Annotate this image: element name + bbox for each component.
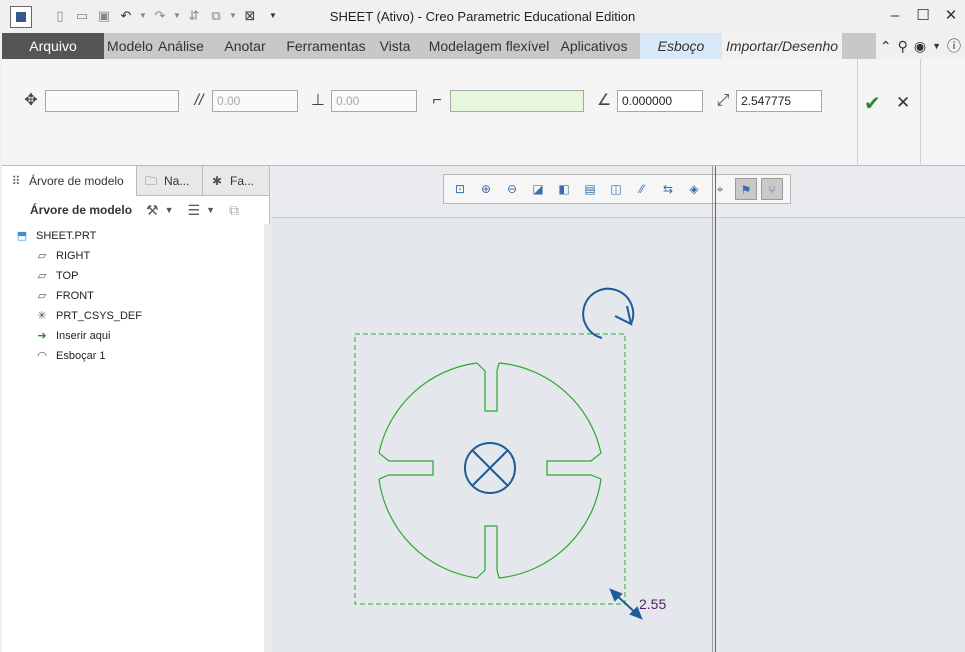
panel-scrollbar[interactable] xyxy=(264,224,270,652)
tab-sketch[interactable]: Esboço xyxy=(640,33,722,59)
tab-analysis[interactable]: Análise xyxy=(156,33,206,59)
panel-tabs: ⠿ Árvore de modelo 🗀 Na... ✱ Fa... xyxy=(2,166,270,196)
sketch-canvas[interactable]: 2.55 xyxy=(271,166,965,652)
close-icon[interactable]: ✕ xyxy=(937,4,965,28)
model-tree: ⬒ SHEET.PRT ▱ RIGHT ▱ TOP ▱ FRONT ✳ PRT_… xyxy=(2,226,264,366)
insert-arrow-icon: ➜ xyxy=(37,330,47,342)
tab-annotate[interactable]: Anotar xyxy=(206,33,284,59)
tree-item-part[interactable]: ⬒ SHEET.PRT xyxy=(2,226,264,246)
tab-flexible-modeling[interactable]: Modelagem flexível xyxy=(422,33,556,59)
part-icon: ⬒ xyxy=(16,230,28,242)
rotate-handle xyxy=(582,287,635,339)
redo-icon[interactable]: ↷ xyxy=(150,6,170,26)
scale-icon: ⤢ xyxy=(716,92,730,109)
ribbon-tabs: Arquivo Modelo Análise Anotar Ferramenta… xyxy=(2,33,965,59)
move-icon[interactable]: ✥ xyxy=(20,90,42,112)
save-icon[interactable]: ▣ xyxy=(94,6,114,26)
settings-dropdown-icon[interactable]: ▼ xyxy=(165,205,174,215)
windows-icon[interactable]: ⧉ xyxy=(206,6,226,26)
csys-icon: ✳ xyxy=(37,310,47,322)
tree-item-csys[interactable]: ✳ PRT_CSYS_DEF xyxy=(2,306,264,326)
app-icon[interactable] xyxy=(10,6,32,28)
graphics-window[interactable]: ⊡ ⊕ ⊖ ◪ ◧ ▤ ◫ ⁄⁄ ⇆ ◈ ⌖ ⚑ ⑂ 2.55 xyxy=(271,166,965,652)
datum-plane-icon: ▱ xyxy=(37,270,47,282)
datum-plane-icon: ▱ xyxy=(37,290,47,302)
tree-item-top[interactable]: ▱ TOP xyxy=(2,266,264,286)
dashboard: ✥ // 0.00 ⊥ 0.00 ⌐ ∠ 0.000000 ⤢ 2.547775… xyxy=(2,59,965,166)
folder-icon: 🗀 xyxy=(144,174,157,188)
undo-icon[interactable]: ↶ xyxy=(116,6,136,26)
tree-item-front[interactable]: ▱ FRONT xyxy=(2,286,264,306)
sketch-profile xyxy=(378,362,602,579)
undo-dropdown-icon[interactable]: ▼ xyxy=(138,6,148,26)
cancel-x-icon[interactable]: ✕ xyxy=(896,93,910,113)
angle-icon: ∠ xyxy=(596,92,612,109)
windows-dropdown-icon[interactable]: ▼ xyxy=(228,6,238,26)
collapse-ribbon-icon[interactable]: ⌃ xyxy=(880,38,892,55)
datum-plane-icon: ▱ xyxy=(37,250,47,262)
move-reference-field[interactable] xyxy=(45,90,179,112)
help-icon[interactable]: ◉ xyxy=(914,38,926,55)
window-controls: – ☐ ✕ xyxy=(881,4,965,28)
filter-icon[interactable]: ⧉ xyxy=(229,202,239,219)
tab-import-drawing[interactable]: Importar/Desenho xyxy=(722,33,842,59)
favorites-icon: ✱ xyxy=(211,174,223,188)
close-window-icon[interactable]: ⊠ xyxy=(240,6,260,26)
tree-item-right[interactable]: ▱ RIGHT xyxy=(2,246,264,266)
rotation-reference-field[interactable] xyxy=(450,90,584,112)
tree-item-insert-here[interactable]: ➜ Inserir aqui xyxy=(2,326,264,346)
vertical-move-field[interactable]: 0.00 xyxy=(331,90,417,112)
tab-applications[interactable]: Aplicativos xyxy=(556,33,632,59)
tab-model[interactable]: Modelo xyxy=(104,33,156,59)
show-dropdown-icon[interactable]: ▼ xyxy=(206,205,215,215)
rotate-reference-icon: ⌐ xyxy=(432,92,442,109)
redo-dropdown-icon[interactable]: ▼ xyxy=(172,6,182,26)
open-file-icon[interactable]: ▭ xyxy=(72,6,92,26)
tab-view[interactable]: Vista xyxy=(368,33,422,59)
tab-model-tree[interactable]: ⠿ Árvore de modelo xyxy=(2,166,137,196)
show-list-icon[interactable]: ☰ xyxy=(188,202,201,219)
customize-qa-icon[interactable]: ▼ xyxy=(268,6,278,26)
scale-value-label: 2.55 xyxy=(639,596,666,612)
ribbon-right-controls: ⌃ ⚲ ◉ ▼ ⓘ xyxy=(875,33,965,59)
tab-favorites[interactable]: ✱ Fa... xyxy=(203,166,270,196)
accept-checkmark-icon[interactable]: ✔ xyxy=(864,91,881,116)
angle-field[interactable]: 0.000000 xyxy=(617,90,703,112)
tree-item-sketch[interactable]: ◠ Esboçar 1 xyxy=(2,346,264,366)
tab-folder-browser[interactable]: 🗀 Na... xyxy=(137,166,203,196)
model-tree-title: Árvore de modelo xyxy=(30,203,133,217)
maximize-icon[interactable]: ☐ xyxy=(909,4,937,28)
parallel-icon: // xyxy=(194,92,204,109)
model-tree-icon: ⠿ xyxy=(11,174,21,188)
new-file-icon[interactable]: ▯ xyxy=(50,6,70,26)
minimize-icon[interactable]: – xyxy=(881,4,909,28)
scale-handle xyxy=(609,588,643,620)
sketch-icon: ◠ xyxy=(37,350,47,362)
center-handle xyxy=(464,442,516,494)
perpendicular-icon: ⊥ xyxy=(311,92,325,109)
horizontal-move-field[interactable]: 0.00 xyxy=(212,90,298,112)
scale-field[interactable]: 2.547775 xyxy=(736,90,822,112)
info-icon[interactable]: ⓘ xyxy=(947,36,961,56)
help-dropdown-icon[interactable]: ▼ xyxy=(932,41,941,51)
regenerate-icon[interactable]: ⇵ xyxy=(184,6,204,26)
model-tree-toolbar: Árvore de modelo ⚒ ▼ ☰ ▼ ⧉ xyxy=(2,196,270,224)
tab-tools[interactable]: Ferramentas xyxy=(284,33,368,59)
settings-hammer-icon[interactable]: ⚒ xyxy=(146,202,159,219)
search-icon[interactable]: ⚲ xyxy=(898,38,908,55)
tab-file[interactable]: Arquivo xyxy=(2,33,104,59)
title-bar: ▯ ▭ ▣ ↶ ▼ ↷ ▼ ⇵ ⧉ ▼ ⊠ ▼ SHEET (Ativo) - … xyxy=(0,0,965,33)
model-tree-panel: ⠿ Árvore de modelo 🗀 Na... ✱ Fa... Árvor… xyxy=(2,166,270,652)
quick-access-toolbar: ▯ ▭ ▣ ↶ ▼ ↷ ▼ ⇵ ⧉ ▼ ⊠ ▼ xyxy=(50,6,278,26)
